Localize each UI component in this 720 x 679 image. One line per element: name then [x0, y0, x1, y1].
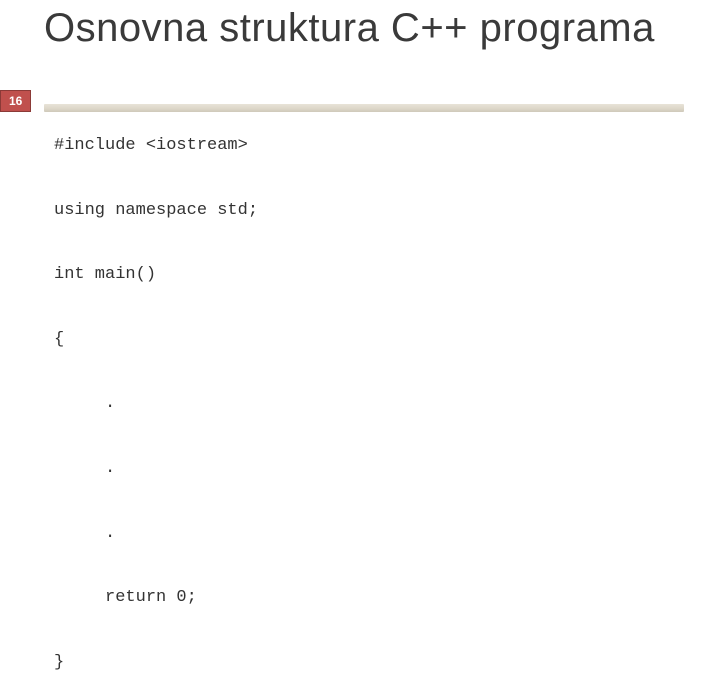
- slide-title: Osnovna struktura C++ programa: [44, 4, 655, 52]
- page-number-badge: 16: [0, 90, 31, 112]
- code-line: int main(): [54, 265, 156, 284]
- code-line: {: [54, 330, 64, 349]
- code-line: .: [54, 394, 115, 413]
- code-line: using namespace std;: [54, 201, 258, 220]
- code-line: return 0;: [54, 588, 197, 607]
- code-line: .: [54, 459, 115, 478]
- code-block: #include <iostream> using namespace std;…: [54, 130, 258, 679]
- title-underline: [44, 104, 684, 112]
- slide: 16 Osnovna struktura C++ programa #inclu…: [0, 0, 720, 540]
- page-number: 16: [9, 94, 22, 108]
- code-line: #include <iostream>: [54, 136, 248, 155]
- code-line: }: [54, 653, 64, 672]
